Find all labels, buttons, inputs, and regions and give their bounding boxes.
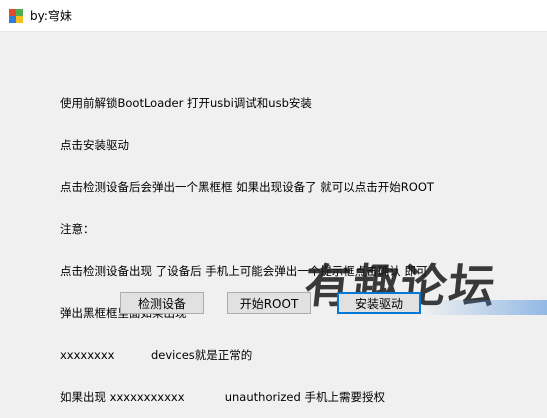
instruction-line: 如果出现 xxxxxxxxxxx unauthorized 手机上需要授权: [60, 390, 385, 404]
title-bar[interactable]: by:穹妹: [0, 0, 547, 32]
instruction-line: 注意：: [60, 222, 95, 236]
start-root-button[interactable]: 开始ROOT: [227, 292, 311, 314]
detect-device-button[interactable]: 检测设备: [120, 292, 204, 314]
instruction-line: 点击检测设备出现 了设备后 手机上可能会弹出一个提示框点击确认 即可: [60, 264, 428, 278]
install-driver-button[interactable]: 安装驱动: [337, 292, 421, 314]
window-title: by:穹妹: [30, 9, 72, 23]
instruction-line: 点击检测设备后会弹出一个黑框框 如果出现设备了 就可以点击开始ROOT: [60, 180, 434, 194]
instruction-line: 点击安装驱动: [60, 138, 129, 152]
instructions-text: 使用前解锁BootLoader 打开usbi调试和usb安装 点击安装驱动 点击…: [60, 68, 520, 418]
instruction-line: xxxxxxxx devices就是正常的: [60, 348, 253, 362]
app-icon: [9, 9, 23, 23]
instruction-line: 使用前解锁BootLoader 打开usbi调试和usb安装: [60, 96, 312, 110]
